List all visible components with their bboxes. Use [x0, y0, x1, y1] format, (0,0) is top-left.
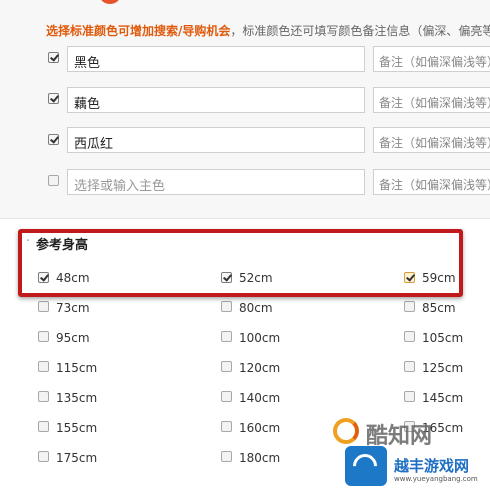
height-label-125: 125cm [422, 361, 464, 375]
height-label-140: 140cm [239, 391, 281, 405]
height-label-120: 120cm [239, 361, 281, 375]
watermark-site-2-url: www.yueyangbang.com [394, 475, 478, 483]
color-input-4[interactable]: 选择或输入主色 [67, 169, 365, 195]
height-checkbox-95[interactable] [38, 331, 49, 342]
height-label-95: 95cm [56, 331, 90, 345]
height-checkbox-135[interactable] [38, 391, 49, 402]
height-label-105: 105cm [422, 331, 464, 345]
section-divider [0, 218, 490, 219]
watermark-logo-icon [333, 418, 359, 444]
color-checkbox-2[interactable] [48, 93, 59, 104]
height-checkbox-105[interactable] [404, 331, 415, 342]
height-checkbox-140[interactable] [221, 391, 232, 402]
color-note-input-2[interactable]: 备注（如偏深偏浅等） [373, 87, 490, 113]
height-checkbox-145[interactable] [404, 391, 415, 402]
wifi-icon [348, 449, 382, 483]
height-checkbox-175[interactable] [38, 451, 49, 462]
height-checkbox-120[interactable] [221, 361, 232, 372]
color-hint: 选择标准颜色可增加搜索/导购机会，标准颜色还可填写颜色备注信息（偏深、偏亮等） [46, 22, 490, 39]
color-checkbox-4[interactable] [48, 175, 59, 186]
height-label-145: 145cm [422, 391, 464, 405]
height-checkbox-80[interactable] [221, 301, 232, 312]
height-checkbox-73[interactable] [38, 301, 49, 312]
height-checkbox-85[interactable] [404, 301, 415, 312]
color-checkbox-1[interactable] [48, 52, 59, 63]
height-checkbox-125[interactable] [404, 361, 415, 372]
color-hint-text: ，标准颜色还可填写颜色备注信息（偏深、偏亮等） [230, 24, 490, 38]
height-checkbox-100[interactable] [221, 331, 232, 342]
height-checkbox-180[interactable] [221, 451, 232, 462]
height-label-85: 85cm [422, 301, 456, 315]
height-checkbox-115[interactable] [38, 361, 49, 372]
color-checkbox-3[interactable] [48, 134, 59, 145]
highlight-annotation-box [18, 229, 463, 297]
color-note-input-4[interactable]: 备注（如偏深偏浅等） [373, 169, 490, 195]
height-checkbox-155[interactable] [38, 421, 49, 432]
height-checkbox-160[interactable] [221, 421, 232, 432]
height-label-155: 155cm [56, 421, 98, 435]
color-note-input-3[interactable]: 备注（如偏深偏浅等） [373, 127, 490, 153]
height-label-160: 160cm [239, 421, 281, 435]
height-label-180: 180cm [239, 451, 281, 465]
height-label-80: 80cm [239, 301, 273, 315]
height-label-135: 135cm [56, 391, 98, 405]
color-hint-emphasis: 选择标准颜色可增加搜索/导购机会 [46, 24, 231, 38]
color-input-2[interactable]: 藕色 [67, 87, 365, 113]
color-input-3[interactable]: 西瓜红 [67, 127, 365, 153]
height-label-73: 73cm [56, 301, 90, 315]
watermark-logo-2-icon [345, 446, 387, 486]
height-label-115: 115cm [56, 361, 98, 375]
height-label-100: 100cm [239, 331, 281, 345]
color-input-1[interactable]: 黑色 [67, 46, 365, 72]
watermark-site-2-title: 越丰游戏网 [394, 457, 470, 475]
color-note-input-1[interactable]: 备注（如偏深偏浅等） [373, 46, 490, 72]
height-label-175: 175cm [56, 451, 98, 465]
